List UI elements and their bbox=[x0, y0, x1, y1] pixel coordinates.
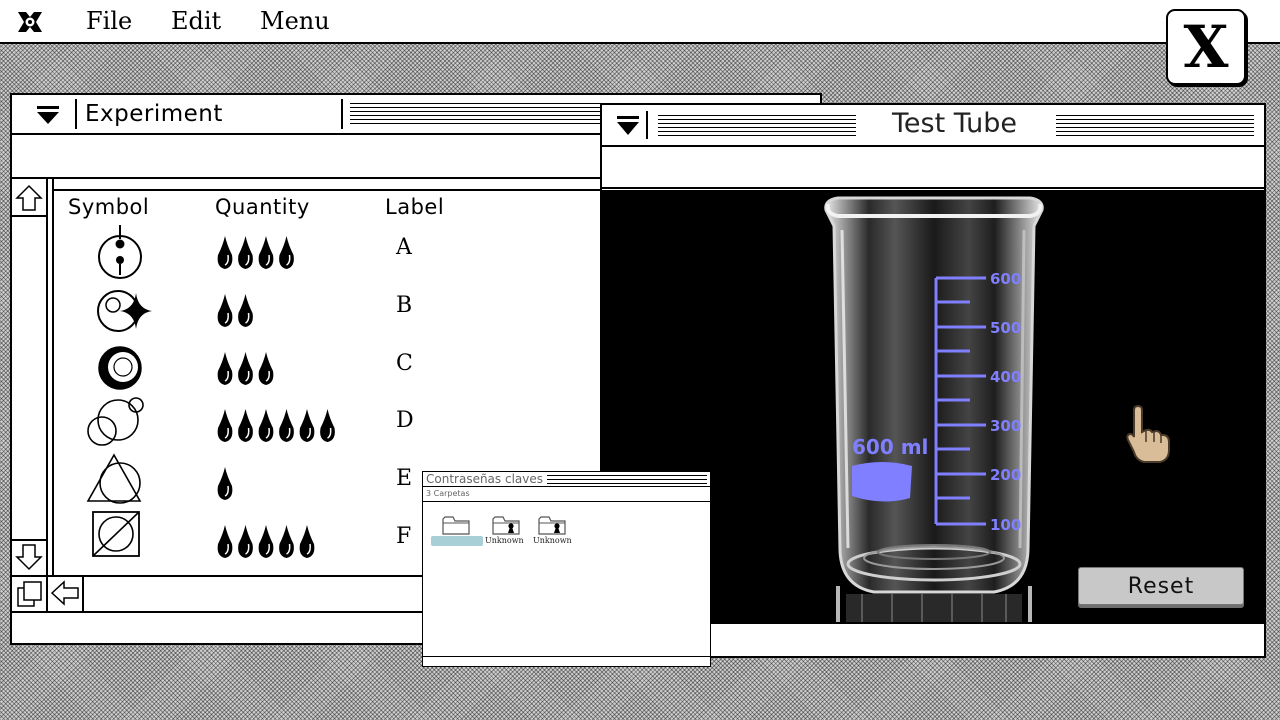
title-bar-stripes-right[interactable] bbox=[1056, 115, 1254, 139]
drop-icon bbox=[299, 525, 315, 558]
menu-menu[interactable]: Menu bbox=[260, 7, 330, 35]
drop-icon bbox=[258, 352, 274, 385]
locked-folder-icon bbox=[538, 516, 566, 535]
drop-icon bbox=[299, 409, 315, 442]
collapse-triangle-icon[interactable] bbox=[36, 105, 60, 125]
title-bar-stripes[interactable] bbox=[547, 475, 707, 484]
drop-icon bbox=[217, 467, 233, 500]
dot-circle-symbol bbox=[98, 225, 142, 279]
folder-name-field[interactable] bbox=[431, 536, 483, 546]
drop-icon bbox=[238, 409, 253, 442]
close-game-button[interactable]: X bbox=[1166, 9, 1246, 85]
row-label-a: A bbox=[396, 235, 412, 260]
reset-button[interactable]: Reset bbox=[1078, 567, 1244, 605]
drop-icon bbox=[238, 294, 253, 327]
drop-icon bbox=[258, 525, 274, 558]
drop-icon bbox=[217, 409, 233, 442]
drop-icon bbox=[217, 236, 233, 269]
beaker-capacity-label: 600 ml bbox=[852, 435, 928, 459]
drop-icon bbox=[279, 525, 294, 558]
pointing-hand-cursor-icon bbox=[1126, 404, 1170, 463]
menu-file[interactable]: File bbox=[86, 7, 132, 35]
scale-label-300: 300 bbox=[990, 417, 1021, 435]
locked-folder-item[interactable]: Unknown bbox=[531, 514, 573, 550]
experiment-title: Experiment bbox=[85, 101, 223, 127]
vertical-scroll-track[interactable] bbox=[14, 217, 46, 539]
drop-icon bbox=[238, 352, 253, 385]
drop-group bbox=[217, 467, 233, 500]
resize-icon[interactable] bbox=[16, 579, 44, 609]
triple-circles-symbol bbox=[87, 397, 144, 446]
scroll-left-arrow-icon[interactable] bbox=[49, 579, 81, 607]
menu-bar: File Edit Menu bbox=[0, 0, 1280, 44]
row-label-c: C bbox=[396, 351, 413, 376]
drop-icon bbox=[217, 525, 233, 558]
drop-icon bbox=[217, 352, 233, 385]
locked-folder-item[interactable]: Unknown bbox=[485, 514, 527, 550]
title-bar-stripes-left[interactable] bbox=[658, 115, 856, 139]
locked-folder-icon bbox=[492, 516, 520, 535]
crescent-ring-symbol bbox=[98, 346, 142, 390]
row-label-e: E bbox=[396, 466, 413, 491]
row-label-d: D bbox=[396, 408, 414, 433]
menu-edit[interactable]: Edit bbox=[171, 7, 221, 35]
drop-icon bbox=[238, 525, 253, 558]
folder-label: Unknown bbox=[533, 536, 572, 545]
triangle-circle-symbol bbox=[86, 453, 142, 504]
drop-group bbox=[217, 352, 274, 385]
sparkle-circle-symbol bbox=[97, 290, 152, 332]
drop-icon bbox=[258, 409, 274, 442]
apple-logo-icon[interactable] bbox=[14, 8, 46, 36]
folder-item[interactable] bbox=[431, 514, 483, 550]
drop-icon bbox=[217, 294, 233, 327]
drop-group bbox=[217, 409, 335, 442]
scale-label-200: 200 bbox=[990, 466, 1021, 484]
passwords-title: Contraseñas claves bbox=[426, 472, 543, 486]
folder-label: Unknown bbox=[485, 536, 524, 545]
passwords-window: Contraseñas claves 3 Carpetas Unknown Un… bbox=[422, 471, 711, 667]
drop-icon bbox=[258, 236, 274, 269]
drop-icon bbox=[238, 236, 253, 269]
test-tube-title: Test Tube bbox=[892, 108, 1018, 139]
drop-group bbox=[217, 236, 294, 269]
column-header-label: Label bbox=[385, 195, 445, 219]
scale-label-100: 100 bbox=[990, 516, 1021, 534]
drop-icon bbox=[279, 236, 294, 269]
crossed-square-symbol bbox=[92, 511, 140, 557]
scroll-up-arrow-icon[interactable] bbox=[14, 183, 44, 213]
column-header-symbol: Symbol bbox=[68, 195, 150, 219]
row-label-f: F bbox=[396, 524, 412, 549]
folder-icon bbox=[442, 516, 470, 535]
drop-group bbox=[217, 294, 253, 327]
drop-icon bbox=[279, 409, 294, 442]
drop-group bbox=[217, 525, 315, 558]
row-label-b: B bbox=[396, 293, 413, 318]
scale-label-500: 500 bbox=[990, 319, 1021, 337]
drop-icon bbox=[320, 409, 335, 442]
column-header-quantity: Quantity bbox=[215, 195, 310, 219]
scale-label-400: 400 bbox=[990, 368, 1021, 386]
passwords-folder-count: 3 Carpetas bbox=[426, 489, 470, 498]
scale-label-600: 600 bbox=[990, 270, 1021, 288]
collapse-triangle-icon[interactable] bbox=[616, 115, 640, 137]
title-bar-stripes[interactable] bbox=[350, 103, 610, 127]
scroll-down-arrow-icon[interactable] bbox=[14, 542, 44, 572]
